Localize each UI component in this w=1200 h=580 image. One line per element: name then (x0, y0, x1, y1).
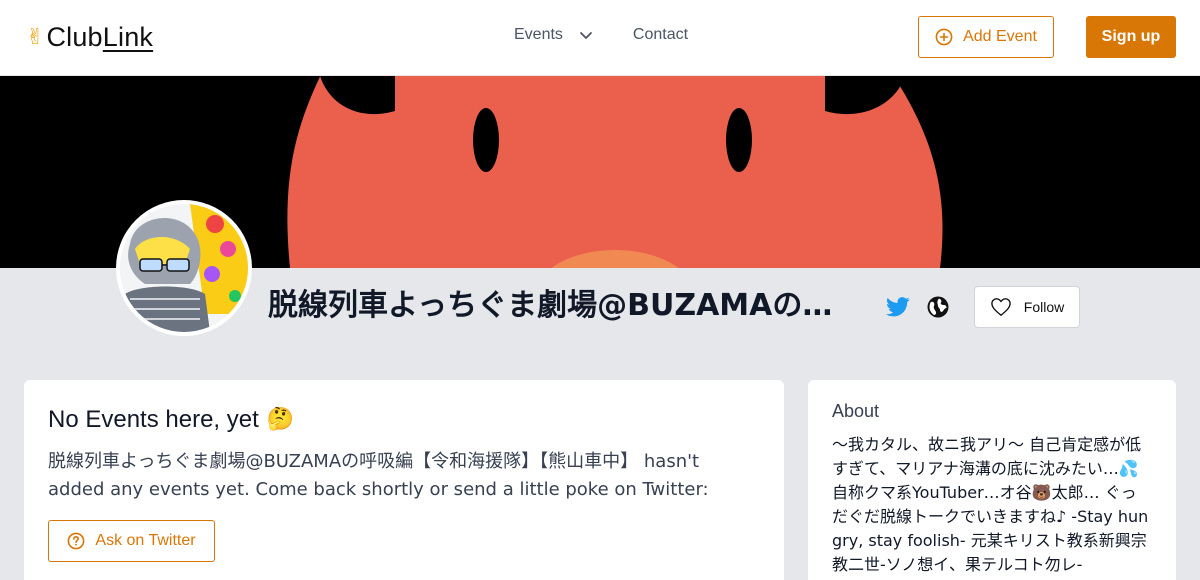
thinking-face-icon: 🤔 (266, 407, 295, 432)
about-text: 〜我カタル、故ニ我アリ〜 自己肯定感が低すぎて、マリアナ海溝の底に沈みたい…💦自… (832, 435, 1149, 574)
heart-icon (990, 298, 1011, 316)
about-title: About (832, 401, 880, 421)
nav-contact-label: Contact (632, 26, 689, 43)
add-event-button[interactable]: Add Event (918, 16, 1054, 58)
add-event-label: Add Event (963, 28, 1037, 45)
signup-label: Sign up (1101, 28, 1161, 45)
chevron-down-icon (580, 32, 592, 39)
signup-button[interactable]: Sign up (1086, 16, 1176, 58)
ask-on-twitter-button[interactable]: Ask on Twitter (48, 520, 215, 562)
profile-name: 脱線列車よっちぐま劇場@BUZAMAの呼吸編【令和海援隊】【熊山車中】 (268, 288, 858, 323)
no-events-title: No Events here, yet (48, 406, 259, 433)
plus-circle-icon (935, 28, 953, 46)
profile-avatar (116, 200, 252, 336)
question-circle-icon (68, 532, 85, 550)
ask-on-twitter-label: Ask on Twitter (95, 532, 196, 549)
clublink-logo[interactable]: ✌ ClubLink (26, 22, 153, 53)
top-navbar: ✌ ClubLink Events Contact Add Event Sign… (0, 0, 1200, 76)
main-nav: Events Contact (514, 26, 688, 44)
no-events-message: 脱線列車よっちぐま劇場@BUZAMAの呼吸編【令和海援隊】【熊山車中】 hasn… (48, 451, 709, 500)
twitter-icon[interactable] (886, 296, 910, 318)
logo-text: ClubLink (46, 22, 153, 53)
nav-contact-link[interactable]: Contact (633, 26, 688, 44)
logo-prefix: Club (46, 22, 103, 52)
nav-events-dropdown[interactable]: Events (514, 26, 593, 44)
follow-button[interactable]: Follow (974, 286, 1080, 328)
no-events-heading: No Events here, yet 🤔 (48, 404, 760, 436)
avatar-illustration (120, 204, 248, 332)
events-card: No Events here, yet 🤔 脱線列車よっちぐま劇場@BUZAMA… (24, 380, 784, 580)
follow-label: Follow (1023, 299, 1065, 315)
victory-hand-icon: ✌ (26, 24, 45, 50)
about-card: About 〜我カタル、故ニ我アリ〜 自己肯定感が低すぎて、マリアナ海溝の底に沈… (808, 380, 1176, 580)
globe-icon[interactable] (926, 295, 950, 319)
nav-events-label: Events (514, 26, 563, 43)
logo-suffix: Link (102, 22, 154, 52)
